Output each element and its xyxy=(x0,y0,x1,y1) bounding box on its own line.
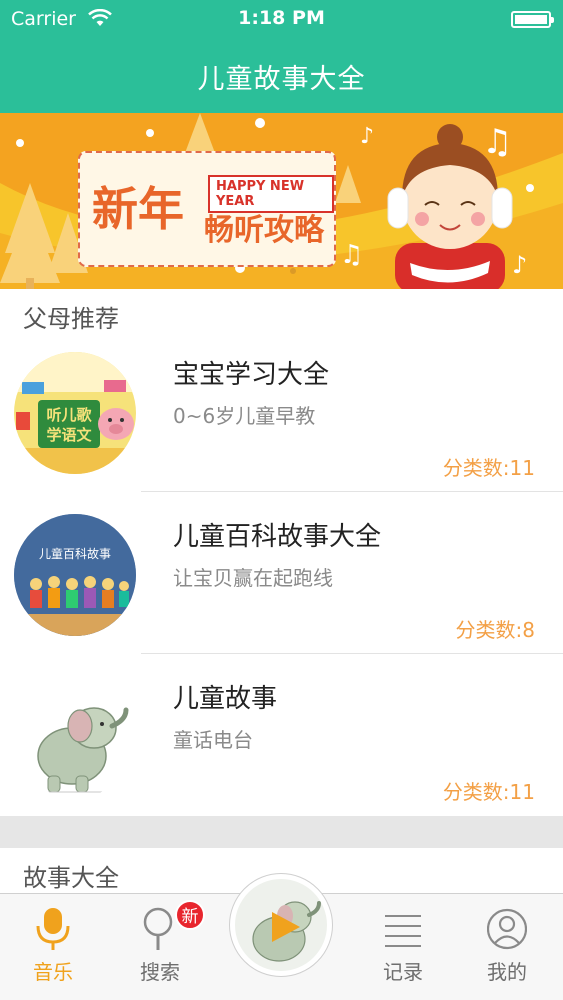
tab-profile[interactable]: 我的 xyxy=(462,894,552,1000)
item-subtitle: 让宝贝赢在起跑线 xyxy=(173,566,333,590)
svg-text:学语文: 学语文 xyxy=(46,426,92,444)
section-spacer xyxy=(0,816,563,848)
tab-search[interactable]: 新 搜索 xyxy=(115,894,205,1000)
list-item[interactable]: 儿童百科故事 儿童百科故事大全 让宝贝赢在起跑线 分类数:8 xyxy=(0,492,563,654)
tab-music[interactable]: 音乐 xyxy=(8,894,98,1000)
list-item[interactable]: 听儿歌 学语文 宝宝学习大全 0~6岁儿童早教 分类数:11 xyxy=(0,330,563,492)
search-icon xyxy=(143,907,173,950)
svg-text:听儿歌: 听儿歌 xyxy=(46,406,92,424)
section-title: 故事大全 xyxy=(23,864,119,892)
banner-title-card: 新年 HAPPY NEW YEAR 畅听攻略 xyxy=(78,151,336,267)
tab-label: 音乐 xyxy=(33,960,73,984)
list-item[interactable]: 儿童故事 童话电台 分类数:11 xyxy=(0,654,563,816)
list-icon xyxy=(385,915,421,947)
status-bar: Carrier 1:18 PM xyxy=(0,0,563,38)
item-thumbnail xyxy=(14,676,136,798)
promo-banner[interactable]: ♪ ♫ ♫ ♪ 新年 HAPPY NEW YEAR 畅听攻略 xyxy=(0,113,563,289)
item-thumbnail: 听儿歌 学语文 xyxy=(14,352,136,474)
item-title: 儿童百科故事大全 xyxy=(173,522,382,552)
battery-icon xyxy=(511,11,554,28)
item-title: 宝宝学习大全 xyxy=(173,360,330,390)
new-badge: 新 xyxy=(175,900,205,930)
tab-label: 搜索 xyxy=(140,960,180,984)
item-category-count: 分类数:11 xyxy=(442,780,535,804)
item-category-count: 分类数:11 xyxy=(442,456,535,480)
item-thumbnail: 儿童百科故事 xyxy=(14,514,136,636)
svg-text:♫: ♫ xyxy=(340,240,363,270)
app-screen: Carrier 1:18 PM 儿童故事大全 ♪ ♫ ♫ ♪ 新年 HAPPY … xyxy=(0,0,563,1000)
microphone-icon xyxy=(36,908,70,950)
item-subtitle: 0~6岁儿童早教 xyxy=(173,404,316,428)
tab-label: 记录 xyxy=(383,960,423,984)
player-button[interactable] xyxy=(229,873,333,977)
item-title: 儿童故事 xyxy=(173,684,278,714)
item-category-count: 分类数:8 xyxy=(455,618,535,642)
play-icon xyxy=(272,912,300,942)
item-subtitle: 童话电台 xyxy=(173,728,253,752)
section-title: 父母推荐 xyxy=(23,305,119,333)
header: Carrier 1:18 PM 儿童故事大全 xyxy=(0,0,563,113)
status-time: 1:18 PM xyxy=(238,7,325,29)
svg-text:♪: ♪ xyxy=(512,251,527,279)
svg-text:♫: ♫ xyxy=(482,122,512,162)
user-icon xyxy=(487,908,527,950)
svg-text:儿童百科故事: 儿童百科故事 xyxy=(39,546,111,561)
svg-text:♪: ♪ xyxy=(360,124,374,149)
banner-sub-text: 畅听攻略 xyxy=(204,213,324,248)
banner-main-text: 新年 xyxy=(92,182,184,236)
page-title: 儿童故事大全 xyxy=(197,64,366,95)
tab-history[interactable]: 记录 xyxy=(358,894,448,1000)
tab-label: 我的 xyxy=(487,960,527,984)
